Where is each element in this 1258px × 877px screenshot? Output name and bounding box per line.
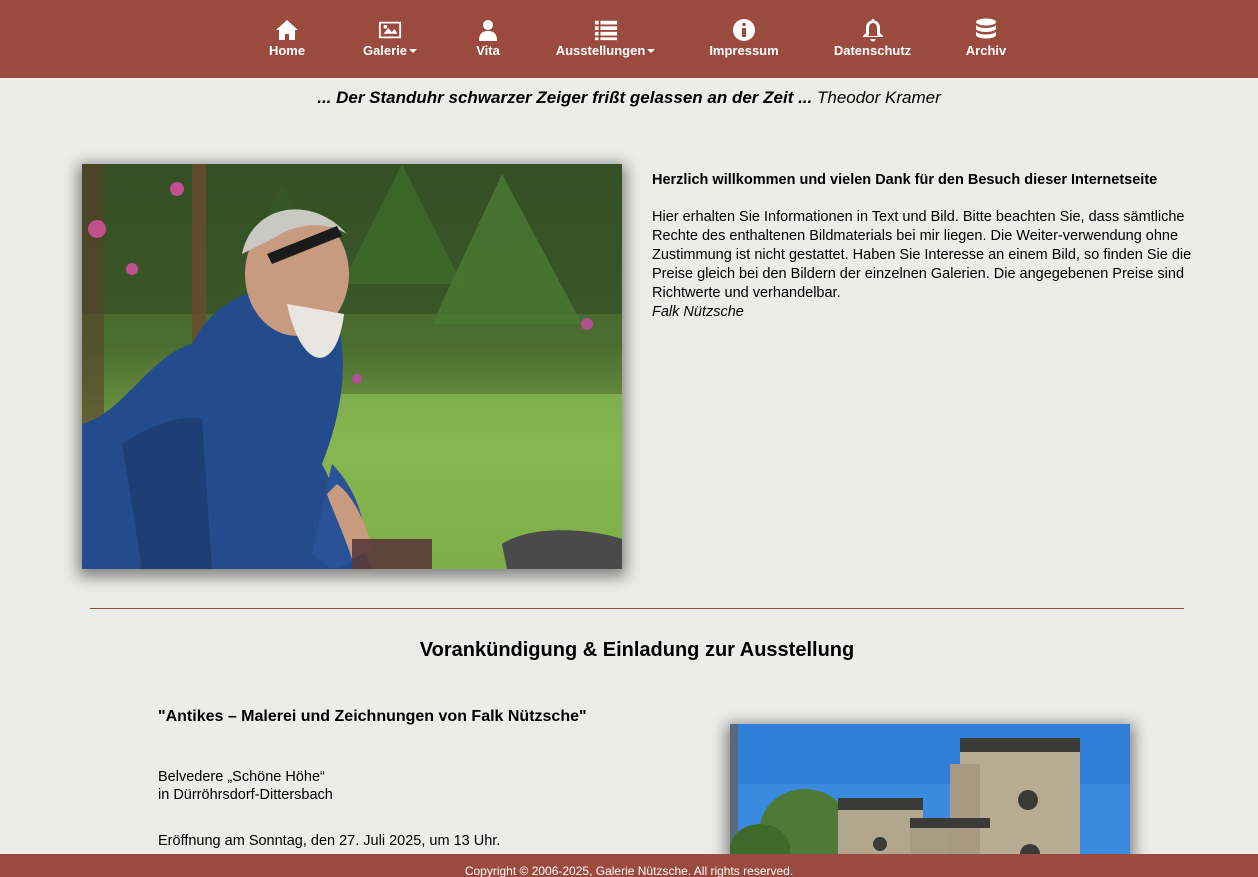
picture-icon bbox=[378, 21, 402, 39]
home-icon bbox=[276, 20, 298, 40]
venue-line-1: Belvedere „Schöne Höhe“ bbox=[158, 769, 325, 785]
nav-ausstellungen-text: Ausstellungen bbox=[555, 43, 646, 58]
nav-archiv-label: Archiv bbox=[965, 43, 1007, 58]
welcome-body: Hier erhalten Sie Informationen in Text … bbox=[652, 209, 1192, 301]
nav-datenschutz[interactable]: Datenschutz bbox=[833, 18, 912, 62]
footer: Copyright © 2006-2025, Galerie Nützsche.… bbox=[0, 854, 1258, 877]
section-divider bbox=[90, 608, 1184, 609]
nav-ausstellungen-label: Ausstellungen bbox=[556, 43, 656, 58]
announcement-title: Vorankündigung & Einladung zur Ausstellu… bbox=[419, 639, 855, 661]
chevron-down-icon bbox=[409, 48, 418, 53]
nav-ausstellungen[interactable]: Ausstellungen bbox=[556, 18, 656, 62]
list-icon bbox=[594, 20, 617, 41]
nav-galerie-label: Galerie bbox=[362, 43, 418, 58]
bell-icon bbox=[862, 19, 883, 42]
motto-quote: ... Der Standuhr schwarzer Zeiger frißt … bbox=[0, 88, 1258, 108]
nav-vita[interactable]: Vita bbox=[476, 18, 500, 62]
nav-galerie-text: Galerie bbox=[362, 43, 408, 58]
nav-vita-label: Vita bbox=[476, 43, 500, 58]
castle-photo bbox=[730, 724, 1130, 864]
nav-home-label: Home bbox=[268, 43, 306, 58]
database-icon bbox=[976, 18, 996, 39]
motto-author: Theodor Kramer bbox=[816, 88, 941, 107]
info-icon bbox=[733, 19, 755, 41]
footer-copyright: Copyright © 2006-2025, Galerie Nützsche.… bbox=[464, 864, 794, 877]
portrait-photo-image bbox=[82, 164, 622, 569]
castle-photo-image bbox=[730, 724, 1130, 864]
portrait-photo bbox=[82, 164, 622, 569]
nav-galerie[interactable]: Galerie bbox=[362, 18, 418, 62]
chevron-down-icon bbox=[647, 48, 656, 53]
exhibition-details: "Antikes – Malerei und Zeichnungen von F… bbox=[158, 708, 658, 850]
welcome-signature: Falk Nützsche bbox=[652, 304, 744, 320]
venue-line-2: in Dürröhrsdorf-Dittersbach bbox=[158, 787, 333, 803]
nav-archiv[interactable]: Archiv bbox=[965, 18, 1007, 62]
nav-impressum-label: Impressum bbox=[709, 43, 779, 58]
motto-text: ... Der Standuhr schwarzer Zeiger frißt … bbox=[317, 88, 813, 107]
nav-impressum[interactable]: Impressum bbox=[709, 18, 779, 62]
exhibition-venue: Belvedere „Schöne Höhe“ in Dürröhrsdorf-… bbox=[158, 768, 658, 804]
top-navigation: Home Galerie Vita Ausstellungen Impressu… bbox=[0, 0, 1258, 78]
exhibition-opening: Eröffnung am Sonntag, den 27. Juli 2025,… bbox=[158, 833, 501, 849]
welcome-heading: Herzlich willkommen und vielen Dank für … bbox=[652, 172, 1158, 188]
welcome-section: Herzlich willkommen und vielen Dank für … bbox=[652, 171, 1192, 322]
user-icon bbox=[479, 20, 497, 41]
exhibition-title: "Antikes – Malerei und Zeichnungen von F… bbox=[158, 708, 587, 725]
nav-datenschutz-label: Datenschutz bbox=[833, 43, 912, 58]
nav-home[interactable]: Home bbox=[269, 18, 305, 62]
